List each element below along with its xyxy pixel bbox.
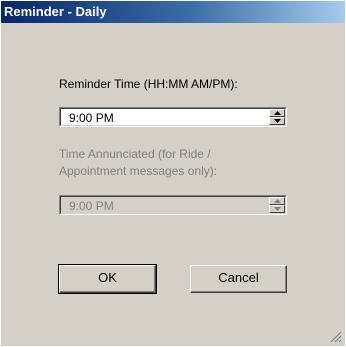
resize-grip-icon[interactable]	[330, 331, 342, 343]
time-annunciated-up-button	[269, 197, 285, 205]
cancel-button[interactable]: Cancel	[190, 265, 287, 293]
reminder-time-value[interactable]: 9:00 PM	[69, 111, 114, 125]
ok-button[interactable]: OK	[58, 264, 157, 294]
reminder-time-down-button[interactable]	[269, 117, 285, 125]
triangle-up-icon	[274, 199, 281, 203]
reminder-dialog: Reminder - Daily Reminder Time (HH:MM AM…	[1, 1, 345, 346]
reminder-time-up-button[interactable]	[269, 109, 285, 117]
time-annunciated-down-button	[269, 205, 285, 213]
triangle-down-icon	[274, 207, 281, 211]
title-bar[interactable]: Reminder - Daily	[1, 1, 345, 23]
window-title: Reminder - Daily	[4, 4, 107, 19]
triangle-down-icon	[274, 119, 281, 123]
time-annunciated-label-line2: Appointment messages only):	[59, 164, 218, 178]
reminder-time-label: Reminder Time (HH:MM AM/PM):	[59, 77, 238, 91]
time-annunciated-value: 9:00 PM	[69, 199, 114, 213]
triangle-up-icon	[274, 111, 281, 115]
reminder-time-spinner[interactable]: 9:00 PM	[59, 107, 287, 127]
time-annunciated-spinner: 9:00 PM	[59, 195, 287, 215]
time-annunciated-label-line1: Time Annunciated (for Ride /	[59, 147, 211, 161]
